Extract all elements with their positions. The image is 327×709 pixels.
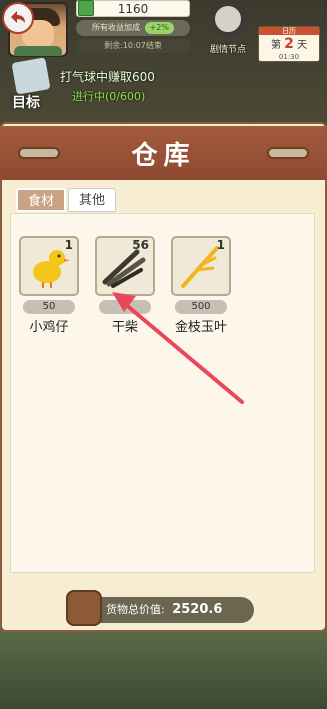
item-count: 1 (64, 238, 73, 252)
coin-value: 1160 (117, 1, 149, 16)
item-price (99, 300, 151, 314)
story-node-label: 剧情节点 (209, 45, 246, 55)
back-arrow-icon (11, 11, 25, 23)
calendar: 日历 第 2 天 01:30 (258, 26, 320, 62)
top-hud: 1160 所有收益加成 +2% 剩余:10:07结束 剧情节点 日历 第 2 天… (0, 0, 327, 120)
calendar-day: 第 2 天 (259, 36, 319, 52)
income-percent: +2% (144, 22, 174, 34)
day-number: 2 (284, 36, 294, 52)
bottom-scene (0, 632, 327, 709)
item-slot[interactable]: 1 (19, 236, 79, 296)
item-grid: 1 50 小鸡仔 56 干柴 1 500 金枝玉叶 (10, 213, 315, 573)
warehouse-title: 仓库 (131, 140, 196, 171)
cash-icon (78, 0, 94, 16)
tab-ingredients[interactable]: 食材 (16, 188, 67, 212)
item-count: 1 (216, 238, 225, 252)
avatar-shirt (14, 46, 62, 56)
category-tabs: 食材 其他 (16, 188, 117, 212)
calendar-head: 日历 (259, 27, 319, 35)
income-label: 所有收益加成 (92, 23, 140, 32)
item-name: 小鸡仔 (29, 320, 69, 335)
item-price: 500 (175, 300, 227, 314)
goal-label: 目标 (12, 95, 40, 111)
income-bonus: 所有收益加成 +2% (76, 20, 190, 36)
backpack-icon (66, 590, 102, 626)
goal-card-icon (11, 57, 51, 95)
goal-widget[interactable]: 目标 打气球中赚取600 进行中(0/600) (8, 57, 178, 111)
goal-progress: 进行中(0/600) (72, 90, 146, 103)
item-golden-branch[interactable]: 1 500 金枝玉叶 (171, 236, 231, 335)
rope-knot-icon (18, 147, 60, 159)
day-suffix: 天 (297, 40, 308, 51)
film-reel-icon (211, 2, 245, 36)
total-value-label: 货物总价值: (106, 603, 165, 616)
item-chick[interactable]: 1 50 小鸡仔 (19, 236, 79, 335)
remaining-time: 剩余:10:07结束 (76, 39, 190, 53)
day-prefix: 第 (270, 40, 281, 51)
item-slot[interactable]: 1 (171, 236, 231, 296)
tab-other[interactable]: 其他 (68, 188, 117, 212)
item-slot[interactable]: 56 (95, 236, 155, 296)
calendar-time: 01:30 (278, 53, 300, 61)
item-name: 金枝玉叶 (174, 320, 227, 335)
story-node-button[interactable]: 剧情节点 (205, 2, 251, 56)
item-count: 56 (132, 238, 149, 252)
goal-task: 打气球中赚取600 (60, 70, 155, 84)
item-price: 50 (23, 300, 75, 314)
rope-knot-icon (267, 147, 309, 159)
total-value: 2520.6 (172, 602, 223, 617)
item-firewood[interactable]: 56 干柴 (95, 236, 155, 335)
warehouse-banner: 仓库 (0, 126, 327, 180)
back-button[interactable] (2, 2, 34, 34)
item-name: 干柴 (111, 320, 138, 335)
